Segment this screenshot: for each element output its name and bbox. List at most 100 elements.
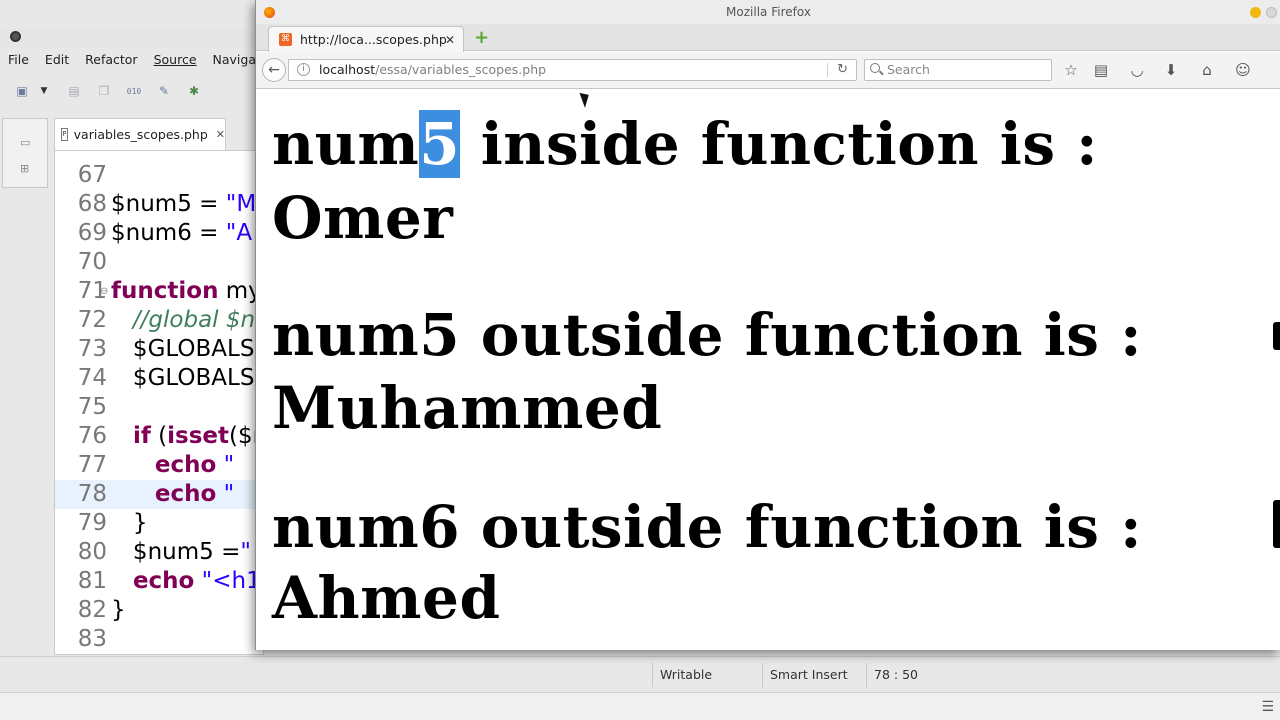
code-line[interactable]: 78 echo " <box>55 480 263 509</box>
output-heading-num5-outside: num5 outside function is : <box>272 301 1143 369</box>
browser-tab[interactable]: ⌘ http://loca...scopes.php ✕ <box>268 26 464 52</box>
code-text: } <box>111 510 148 536</box>
minimize-button[interactable] <box>1250 7 1261 18</box>
menu-refactor[interactable]: Refactor <box>85 52 137 67</box>
selected-text: 5 <box>419 110 461 178</box>
menu-source[interactable]: Source <box>154 52 197 67</box>
bookmark-star-icon[interactable]: ☆ <box>1062 61 1080 79</box>
code-line[interactable]: 77 echo " <box>55 451 263 480</box>
code-text: //global $n <box>111 307 256 333</box>
line-number: 69 <box>77 220 107 246</box>
ide-sidebar: ▭ ⊞ <box>2 118 48 188</box>
code-line[interactable]: 73 $GLOBALS <box>55 335 263 364</box>
code-line[interactable]: 82} <box>55 596 263 625</box>
status-separator <box>652 663 653 687</box>
download-arrow-icon[interactable]: ⬇ <box>1162 61 1180 79</box>
code-line[interactable]: 75 <box>55 393 263 422</box>
save-all-icon[interactable]: ❐ <box>96 83 112 99</box>
code-line[interactable]: 79 } <box>55 509 263 538</box>
maximize-button[interactable] <box>1266 7 1277 18</box>
line-number: 76 <box>77 423 107 449</box>
reload-icon[interactable]: ↻ <box>837 60 848 80</box>
line-number: 81 <box>77 568 107 594</box>
code-line[interactable]: 83 <box>55 625 263 654</box>
code-line[interactable]: 72 //global $n <box>55 306 263 335</box>
restore-icon[interactable]: ▭ <box>20 137 32 149</box>
editor-tab[interactable]: P variables_scopes.php ✕ <box>54 118 226 150</box>
line-number: 79 <box>77 510 107 536</box>
output-text: num <box>272 110 420 178</box>
code-line[interactable]: 71 ⊖ function my <box>55 277 263 306</box>
dropdown-arrow-icon[interactable]: ▼ <box>36 83 52 99</box>
ide-menubar: File Edit Refactor Source Navigate <box>0 48 269 70</box>
hamburger-menu-icon[interactable]: ☰ <box>1261 699 1274 715</box>
code-text: function my <box>111 278 262 304</box>
line-number: 75 <box>77 394 107 420</box>
code-line[interactable]: 70 <box>55 248 263 277</box>
code-line[interactable]: 74 $GLOBALS <box>55 364 263 393</box>
search-tool-icon[interactable]: ✎ <box>156 83 172 99</box>
navigation-toolbar: ← i localhost/essa/variables_scopes.php … <box>256 52 1280 89</box>
code-line[interactable]: 67 <box>55 161 263 190</box>
code-line[interactable]: 80 $num5 =" <box>55 538 263 567</box>
output-heading-num6-outside: num6 outside function is : <box>272 493 1143 561</box>
info-icon[interactable]: i <box>297 63 310 76</box>
menu-file[interactable]: File <box>8 52 29 67</box>
offscreen-edge <box>1273 500 1280 548</box>
fold-icon[interactable]: ⊖ <box>100 277 108 306</box>
code-line[interactable]: 76 if (isset($n <box>55 422 264 451</box>
url-path: /essa/variables_scopes.php <box>375 62 547 77</box>
search-icon <box>870 63 880 73</box>
tab-close-icon[interactable]: ✕ <box>445 33 455 47</box>
code-text: $num5 = "M <box>111 191 257 217</box>
code-text: echo " <box>154 452 235 478</box>
new-tab-plus-icon[interactable]: + <box>474 27 489 48</box>
chat-icon[interactable]: ☺ <box>1234 61 1252 79</box>
url-host: localhost <box>319 62 376 77</box>
offscreen-edge <box>1273 322 1280 350</box>
home-icon[interactable]: ⌂ <box>1198 61 1216 79</box>
code-text: $GLOBALS <box>111 365 255 391</box>
line-number: 80 <box>77 539 107 565</box>
line-number: 67 <box>77 162 107 188</box>
status-separator <box>866 663 867 687</box>
firefox-window: Mozilla Firefox ⌘ http://loca...scopes.p… <box>255 0 1280 650</box>
line-number: 83 <box>77 626 107 652</box>
ide-titlebar <box>0 28 260 48</box>
code-line[interactable]: 68 $num5 = "M <box>55 190 263 219</box>
xampp-favicon-icon: ⌘ <box>279 33 292 46</box>
new-file-icon[interactable]: ▣ <box>14 83 30 99</box>
ide-window-menu-icon[interactable] <box>10 31 21 42</box>
code-text: if (isset($n <box>132 423 264 449</box>
code-editor[interactable]: 67 68 $num5 = "M 69 $num6 = "A 70 71 ⊖ function … <box>54 150 264 655</box>
window-title: Mozilla Firefox <box>726 5 811 19</box>
code-text: echo " <box>154 481 235 507</box>
code-text: $num5 =" <box>111 539 251 565</box>
outline-icon[interactable]: ⊞ <box>20 163 32 175</box>
url-bar[interactable]: i localhost/essa/variables_scopes.php ↻ <box>288 59 857 81</box>
ide-status-bar: Writable Smart Insert 78 : 50 <box>0 656 1280 692</box>
debug-icon[interactable]: ✱ <box>186 83 202 99</box>
reading-list-icon[interactable]: ▤ <box>1092 61 1110 79</box>
line-number: 72 <box>77 307 107 333</box>
status-insert-mode: Smart Insert <box>770 667 848 682</box>
page-content: num5 inside function is : Omer num5 outs… <box>256 90 1280 650</box>
output-value-muhammed: Muhammed <box>272 374 663 442</box>
close-icon[interactable]: ✕ <box>216 128 225 141</box>
save-icon[interactable]: ▤ <box>66 83 82 99</box>
code-text: $GLOBALS <box>111 336 255 362</box>
pocket-icon[interactable]: ◡ <box>1128 61 1146 79</box>
code-text: } <box>111 597 126 623</box>
status-cursor-position: 78 : 50 <box>874 667 918 682</box>
menu-edit[interactable]: Edit <box>45 52 69 67</box>
ide-bottom-bar: ☰ <box>0 692 1280 720</box>
search-placeholder: Search <box>887 62 930 77</box>
line-number: 68 <box>77 191 107 217</box>
code-line[interactable]: 69 $num6 = "A <box>55 219 263 248</box>
code-line[interactable]: 81 echo "<h1 <box>55 567 263 596</box>
line-number: 78 <box>77 481 107 507</box>
search-bar[interactable]: Search <box>864 59 1052 81</box>
output-text: inside function is : <box>460 110 1099 178</box>
back-arrow-icon[interactable]: ← <box>262 58 286 82</box>
binary-icon[interactable]: 010 <box>126 83 142 99</box>
